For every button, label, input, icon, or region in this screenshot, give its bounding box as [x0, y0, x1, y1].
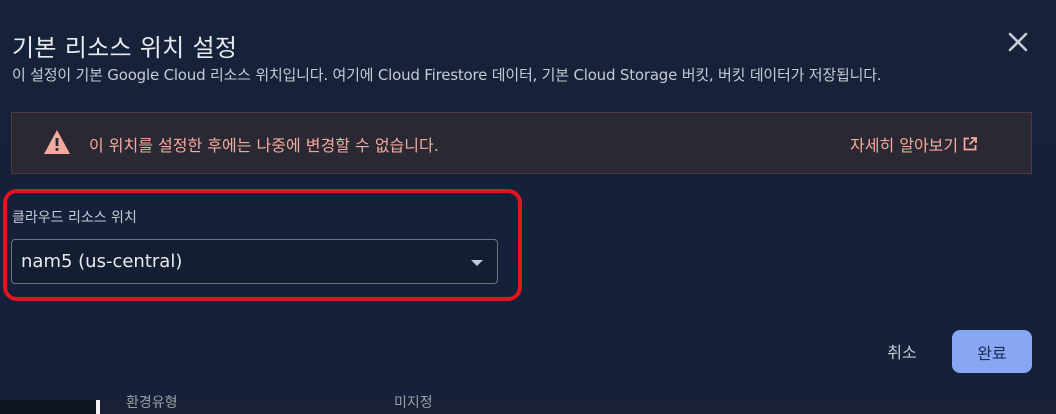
dialog-title: 기본 리소스 위치 설정: [12, 34, 238, 62]
learn-more-link[interactable]: 자세히 알아보기: [850, 132, 978, 156]
dropdown-arrow-icon: [471, 260, 483, 266]
resource-location-dialog: 기본 리소스 위치 설정 이 설정이 기본 Google Cloud 리소스 위…: [0, 0, 1056, 400]
background-right-text: 미지정: [394, 395, 433, 411]
close-button[interactable]: [1000, 24, 1036, 60]
warning-triangle-icon: [44, 130, 70, 154]
learn-more-label: 자세히 알아보기: [850, 136, 959, 155]
cancel-button[interactable]: 취소: [868, 330, 936, 372]
dialog-subtitle: 이 설정이 기본 Google Cloud 리소스 위치입니다. 여기에 Clo…: [12, 66, 882, 84]
location-select-value: nam5 (us-central): [21, 251, 183, 272]
background-panel: 환경유형 미지정: [100, 395, 1056, 414]
background-left-text: 환경유형: [126, 395, 178, 411]
location-field-label: 클라우드 리소스 위치: [12, 210, 137, 226]
close-icon: [1008, 32, 1028, 52]
warning-banner: 이 위치를 설정한 후에는 나중에 변경할 수 없습니다. 자세히 알아보기: [11, 112, 1032, 174]
background-page-strip: 환경유형 미지정: [0, 395, 1056, 414]
open-in-new-icon: [963, 137, 978, 151]
location-select[interactable]: nam5 (us-central): [11, 239, 498, 284]
done-button[interactable]: 완료: [952, 330, 1032, 373]
warning-text: 이 위치를 설정한 후에는 나중에 변경할 수 없습니다.: [89, 136, 439, 155]
